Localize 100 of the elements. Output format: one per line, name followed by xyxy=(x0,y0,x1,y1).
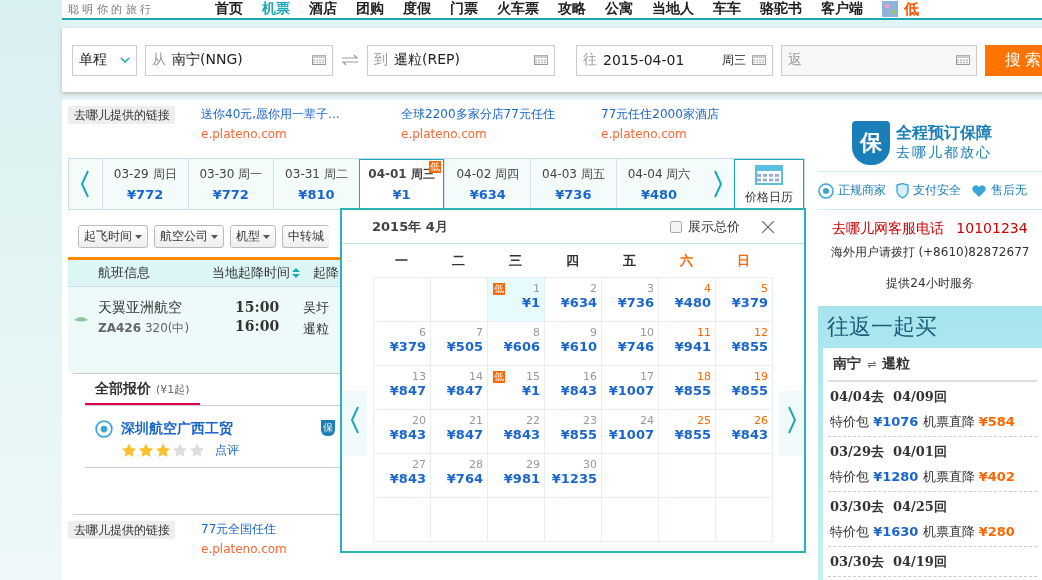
all-quotes-tab[interactable]: 全部报价 (¥1起) xyxy=(85,380,200,405)
trip-type-select[interactable]: 单程 xyxy=(72,44,137,76)
offer-dates[interactable]: 03/30去 04/25回 xyxy=(830,498,1037,516)
calendar-day[interactable]: 23 ¥855 xyxy=(545,410,602,454)
nav-link[interactable]: 骆驼书 xyxy=(760,0,802,18)
show-total-label: 展示总价 xyxy=(688,217,740,236)
star-icon xyxy=(121,443,137,458)
route-arrow: ⇌ xyxy=(867,357,877,371)
weekday-label: 四 xyxy=(565,251,580,270)
promo-text: 低 xyxy=(904,0,919,18)
shield-icon xyxy=(896,182,909,199)
star-icon xyxy=(172,443,188,458)
calendar-day[interactable]: 9 ¥610 xyxy=(545,322,602,366)
departure-airport: 吴圩 xyxy=(303,299,330,317)
nav-link[interactable]: 团购 xyxy=(356,0,384,18)
calendar-day[interactable]: 27 ¥843 xyxy=(374,454,431,498)
calendar-day[interactable]: 24 ¥1007 xyxy=(602,410,659,454)
calendar-day[interactable]: 14 ¥847 xyxy=(431,366,488,410)
calendar-day[interactable]: 20 ¥843 xyxy=(374,410,431,454)
calendar-day[interactable]: 11 ¥941 xyxy=(659,322,716,366)
calendar-day[interactable]: 18 ¥855 xyxy=(659,366,716,410)
chevron-down-icon xyxy=(120,57,130,63)
calendar-day[interactable]: 12 ¥855 xyxy=(716,322,773,366)
next-month-button[interactable] xyxy=(779,390,804,456)
date-tab[interactable]: 03-30 周一 ¥772 xyxy=(187,159,274,209)
review-link[interactable]: 点评 xyxy=(215,442,239,459)
offer-dates[interactable]: 04/04去 04/09回 xyxy=(830,388,1037,406)
ad-link[interactable]: 77元任住2000家酒店 xyxy=(601,106,775,123)
calendar-day[interactable]: 28 ¥764 xyxy=(431,454,488,498)
calendar-month: 2015年 4月 xyxy=(372,217,449,236)
calendar-day[interactable]: 6 ¥379 xyxy=(374,322,431,366)
filter-dropdown[interactable]: 航空公司 xyxy=(154,225,224,248)
calendar-day[interactable]: 2 ¥634 xyxy=(545,278,602,322)
chevron-left-icon xyxy=(349,406,360,434)
nav-link[interactable]: 酒店 xyxy=(309,0,337,18)
nav-link[interactable]: 攻略 xyxy=(558,0,586,18)
calendar-day[interactable]: 低 1 ¥1 xyxy=(488,278,545,322)
nav-link[interactable]: 客户端 xyxy=(821,0,863,18)
calendar-day[interactable]: 26 ¥843 xyxy=(716,410,773,454)
nav-link[interactable]: 首页 xyxy=(215,0,243,18)
from-field[interactable]: 从 南宁(NNG) xyxy=(145,44,333,76)
calendar-icon xyxy=(312,55,326,65)
column-header[interactable]: 当地起降时间 xyxy=(212,264,313,282)
calendar-day[interactable]: 8 ¥606 xyxy=(488,322,545,366)
calendar-day[interactable]: 29 ¥981 xyxy=(488,454,545,498)
calendar-day[interactable]: 17 ¥1007 xyxy=(602,366,659,410)
swap-icon[interactable] xyxy=(341,54,359,66)
calendar-day[interactable]: 13 ¥847 xyxy=(374,366,431,410)
calendar-day[interactable]: 5 ¥379 xyxy=(716,278,773,322)
chevron-right-icon xyxy=(786,406,797,434)
calendar-day[interactable]: 7 ¥505 xyxy=(431,322,488,366)
route-destination: 暹粒 xyxy=(882,355,911,373)
tagline: 聪 明 你 的 旅 行 xyxy=(68,1,153,17)
calendar-day[interactable]: 10 ¥746 xyxy=(602,322,659,366)
calendar-day[interactable]: 19 ¥855 xyxy=(716,366,773,410)
nav-link[interactable]: 当地人 xyxy=(652,0,694,18)
trust-label: 正规商家 xyxy=(838,182,886,199)
nav-link[interactable]: 门票 xyxy=(450,0,478,18)
offer-dates[interactable]: 03/30去 04/19回 xyxy=(830,553,1037,571)
offer-dates[interactable]: 03/29去 04/01回 xyxy=(830,443,1037,461)
ad-link[interactable]: 全球2200多家分店77元任住 xyxy=(401,106,575,123)
calendar-day[interactable]: 22 ¥843 xyxy=(488,410,545,454)
calendar-day[interactable]: 30 ¥1235 xyxy=(545,454,602,498)
hotline-label: 去哪儿网客服电话 xyxy=(832,220,945,238)
emblem-icon xyxy=(95,420,113,438)
calendar-day[interactable]: 16 ¥843 xyxy=(545,366,602,410)
ad-link[interactable]: 送你40元,愿你用一辈子... xyxy=(201,106,375,123)
ad-url: e.plateno.com xyxy=(401,127,488,141)
arrival-airport: 暹粒 xyxy=(303,320,330,338)
offer-prices: 特价包 ¥1280 机票直降 ¥402 xyxy=(830,468,1016,486)
to-field[interactable]: 到 暹粒(REP) xyxy=(367,44,555,76)
vendor-link[interactable]: 深圳航空广西工贸 xyxy=(121,420,239,438)
close-icon[interactable] xyxy=(762,220,774,233)
overseas-hotline: 海外用户请拨打 (+8610)82872677 xyxy=(830,244,1030,261)
price-calendar-button[interactable]: 价格日历 xyxy=(734,159,804,209)
nav-link[interactable]: 火车票 xyxy=(497,0,539,18)
nav-link[interactable]: 公寓 xyxy=(605,0,633,18)
low-price-badge: 低 xyxy=(493,371,505,383)
nav-link[interactable]: 车车 xyxy=(713,0,741,18)
calendar-day[interactable]: 25 ¥855 xyxy=(659,410,716,454)
calendar-day[interactable]: 3 ¥736 xyxy=(602,278,659,322)
route-origin: 南宁 xyxy=(833,355,861,373)
weekday-label: 一 xyxy=(394,251,409,270)
calendar-day[interactable]: 低 15 ¥1 xyxy=(488,366,545,410)
filter-dropdown[interactable]: 中转城 xyxy=(282,225,329,248)
filter-dropdown[interactable]: 机型 xyxy=(230,225,276,248)
calendar-day[interactable]: 4 ¥480 xyxy=(659,278,716,322)
trust-label: 售后无 xyxy=(991,182,1027,199)
show-total-checkbox[interactable] xyxy=(670,220,682,233)
calendar-icon xyxy=(752,55,766,65)
calendar-day[interactable]: 21 ¥847 xyxy=(431,410,488,454)
heart-icon xyxy=(971,182,987,199)
weekday-label: 日 xyxy=(736,251,751,270)
airline-logo-icon xyxy=(74,316,88,324)
filter-dropdown[interactable]: 起飞时间 xyxy=(78,225,148,248)
depart-date-field[interactable]: 往 2015-04-01 周三 xyxy=(576,44,773,76)
nav-link[interactable]: 度假 xyxy=(403,0,431,18)
previous-month-button[interactable] xyxy=(342,390,367,456)
column-header: 航班信息 xyxy=(98,264,151,282)
date-tab[interactable]: 03-29 周日 ¥772 xyxy=(101,159,188,209)
